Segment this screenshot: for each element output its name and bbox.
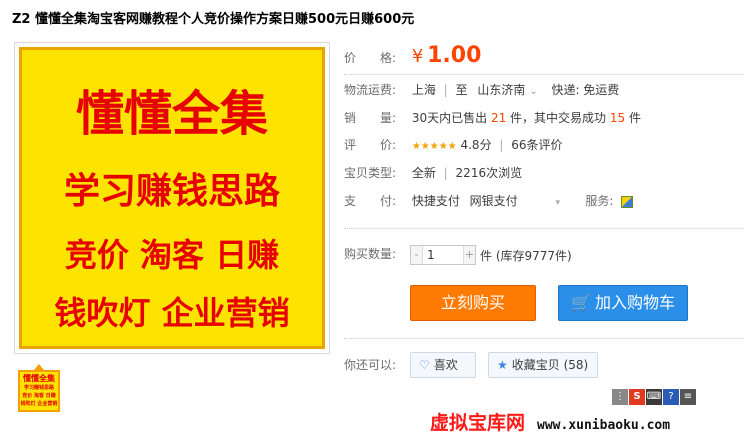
rating-label: 评 价: <box>344 138 397 152</box>
grip-icon[interactable]: ⋮ <box>612 389 628 405</box>
quantity-stepper[interactable]: - 1 + <box>410 245 476 265</box>
price-label: 价 格: <box>344 51 397 65</box>
menu-icon[interactable]: ≡ <box>680 389 696 405</box>
currency-symbol: ¥ <box>411 46 424 67</box>
payment-dropdown-icon[interactable]: ▾ <box>556 193 566 213</box>
poster-line-1: 懂懂全集 <box>75 86 268 142</box>
poster-line-2: 学习赚钱思路 <box>63 171 280 212</box>
type-separator: | <box>443 166 448 180</box>
payment-row: 支 付: 快捷支付 网银支付 ▾ 服务: <box>344 191 634 213</box>
quantity-minus-button[interactable]: - <box>411 246 423 264</box>
buy-now-button[interactable]: 立刻购买 <box>410 285 536 321</box>
keyboard-icon[interactable]: ⌨ <box>646 389 662 405</box>
quantity-label: 购买数量: <box>344 247 397 261</box>
thumb-line-3: 竞价 淘客 日赚 <box>22 393 56 399</box>
payment-method-quick: 快捷支付 <box>411 194 460 208</box>
watermark: 虚拟宝库网 www.xunibaoku.com <box>430 408 670 435</box>
stock-info: 件 (库存9777件) <box>480 249 572 263</box>
sales-mid: 件，其中交易成功 <box>510 111 607 125</box>
quantity-plus-button[interactable]: + <box>463 246 475 264</box>
sales-suffix: 件 <box>629 111 642 125</box>
watermark-cn: 虚拟宝库网 <box>430 412 526 434</box>
sales-count: 21 <box>490 111 507 125</box>
thumb-line-2: 学习赚钱思路 <box>23 385 54 391</box>
rating-score: 4.8分 <box>460 138 492 152</box>
cart-icon: 🛒 <box>571 293 591 312</box>
price-value: 1.00 <box>427 43 482 68</box>
star-icon: ★ <box>497 358 508 372</box>
also-row: 你还可以: <box>344 355 408 375</box>
product-poster: 懂懂全集 学习赚钱思路 竞价 淘客 日赚 钱吹灯 企业营销 <box>19 47 325 349</box>
heart-icon: ♡ <box>419 358 430 372</box>
quantity-label-row: 购买数量: <box>344 244 408 264</box>
ime-logo-icon[interactable]: S <box>629 389 645 405</box>
shipping-row: 物流运费: 上海 | 至 山东济南 ⌄ 快递: 免运费 <box>344 80 619 100</box>
service-label: 服务: <box>585 194 614 208</box>
divider <box>344 74 744 75</box>
add-to-cart-button[interactable]: 🛒 加入购物车 <box>558 285 688 321</box>
review-count-link[interactable]: 66条评价 <box>511 138 562 152</box>
like-label: 喜欢 <box>433 358 458 372</box>
favorite-button[interactable]: ★ 收藏宝贝 (58) <box>488 352 598 378</box>
also-label: 你还可以: <box>344 358 397 372</box>
favorite-label: 收藏宝贝 (58) <box>511 358 589 372</box>
add-to-cart-label: 加入购物车 <box>594 293 675 312</box>
chevron-down-icon[interactable]: ⌄ <box>529 86 537 97</box>
poster-line-4: 钱吹灯 企业营销 <box>54 294 290 332</box>
view-count: 2216次浏览 <box>455 166 523 180</box>
help-icon[interactable]: ? <box>663 389 679 405</box>
thumb-line-1: 懂懂全集 <box>23 374 55 383</box>
quantity-input[interactable]: 1 <box>425 246 461 264</box>
sales-prefix: 30天内已售出 <box>411 111 488 125</box>
star-rating-icon: ★★★★★ <box>411 141 457 152</box>
divider <box>344 338 744 339</box>
divider <box>344 228 744 229</box>
sales-label: 销 量: <box>344 111 397 125</box>
ship-separator: | <box>443 83 448 97</box>
shipping-label: 物流运费: <box>344 83 397 97</box>
poster-line-3: 竞价 淘客 日赚 <box>64 236 280 274</box>
payment-label: 支 付: <box>344 194 397 208</box>
sales-row: 销 量: 30天内已售出 21 件，其中交易成功 15 件 <box>344 108 641 128</box>
rating-separator: | <box>499 138 504 152</box>
ime-toolbar[interactable]: ⋮ S ⌨ ? ≡ <box>612 389 696 405</box>
product-title: Z2 懂懂全集淘宝客网赚教程个人竞价操作方案日赚500元日赚600元 <box>12 12 415 27</box>
payment-method-bank: 网银支付 <box>469 194 518 208</box>
service-badge-icon[interactable] <box>621 195 634 208</box>
watermark-en: www.xunibaoku.com <box>537 418 671 433</box>
ship-method: 快递: 免运费 <box>551 83 620 97</box>
ship-to-prefix: 至 <box>455 83 468 97</box>
price-row: 价 格: ¥ 1.00 <box>344 44 481 68</box>
like-button[interactable]: ♡ 喜欢 <box>410 352 476 378</box>
product-thumbnail[interactable]: 懂懂全集 学习赚钱思路 竞价 淘客 日赚 钱吹灯 企业营销 <box>18 370 60 412</box>
rating-row: 评 价: ★★★★★ 4.8分 | 66条评价 <box>344 135 563 155</box>
sales-success-count: 15 <box>609 111 626 125</box>
type-label: 宝贝类型: <box>344 166 397 180</box>
type-value: 全新 <box>411 166 436 180</box>
ship-from: 上海 <box>411 83 436 97</box>
ship-to-select[interactable]: 山东济南 <box>477 83 525 97</box>
type-row: 宝贝类型: 全新 | 2216次浏览 <box>344 163 522 183</box>
product-main-image: 懂懂全集 学习赚钱思路 竞价 淘客 日赚 钱吹灯 企业营销 <box>14 42 330 354</box>
thumb-line-4: 钱吹灯 企业营销 <box>20 401 58 407</box>
